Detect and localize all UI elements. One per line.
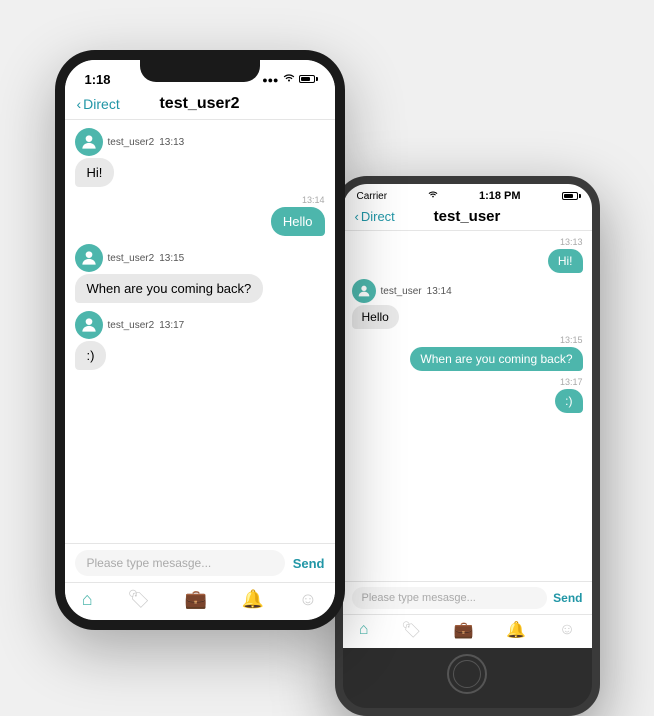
battery-icon [299,74,315,86]
msg-time-header: 13:13 [560,237,583,247]
large-screen: 1:18 ●●● ‹ Direct test_user2 [65,60,335,620]
tab-bell[interactable]: 🔔 [242,589,264,610]
msg-time-header: 13:15 [560,335,583,345]
carrier-label: Carrier [357,191,388,202]
nav-title-small: test_user [434,208,501,225]
msg-time-small: 13:14 [427,286,452,297]
msg-meta: test_user2 13:17 [75,311,185,339]
avatar [75,128,103,156]
avatar-small [352,279,376,303]
message-row: 13:17 :) [352,377,583,413]
msg-sender-small: test_user [381,286,422,297]
msg-time: 13:13 [159,137,184,148]
wifi-icon-small [428,190,438,202]
scene: 1:18 ●●● ‹ Direct test_user2 [0,0,654,716]
notch [140,60,260,82]
msg-meta: test_user2 13:13 [75,128,185,156]
large-phone: 1:18 ●●● ‹ Direct test_user2 [55,50,345,630]
avatar [75,311,103,339]
nav-title: test_user2 [159,95,239,113]
tab-tag-small[interactable]: 🏷 [401,620,421,640]
msg-bubble: :) [75,341,107,370]
message-row: 13:14 Hello [75,195,325,236]
status-time: 1:18 [85,72,111,87]
tab-face-small[interactable]: ☺ [559,621,575,639]
msg-sender: test_user2 [108,253,155,264]
chevron-left-icon: ‹ [77,96,82,112]
message-row: test_user 13:14 Hello [352,279,583,329]
msg-bubble: :) [555,389,582,413]
msg-bubble: Hi! [75,158,115,187]
msg-sender: test_user2 [108,320,155,331]
msg-bubble: When are you coming back? [75,274,264,303]
back-button-small[interactable]: ‹ Direct [355,209,395,224]
msg-meta: test_user 13:14 [352,279,452,303]
tab-bell-small[interactable]: 🔔 [506,620,526,640]
msg-time: 13:15 [159,253,184,264]
msg-sender: test_user2 [108,137,155,148]
back-label: Direct [83,96,120,112]
tab-bar-small: ⌂ 🏷 💼 🔔 ☺ [343,614,592,648]
small-screen: Carrier 1:18 PM ‹ Direct test_user [343,184,592,648]
msg-time-header: 13:14 [302,195,325,205]
message-row: test_user2 13:17 :) [75,311,325,370]
nav-bar: ‹ Direct test_user2 [65,91,335,120]
back-label-small: Direct [361,209,395,224]
tab-home-small[interactable]: ⌂ [359,621,369,639]
msg-bubble: When are you coming back? [410,347,582,371]
wifi-icon [283,73,295,86]
avatar [75,244,103,272]
message-input[interactable]: Please type mesasge... [75,550,285,576]
back-button[interactable]: ‹ Direct [77,96,120,112]
status-icons: ●●● [262,73,314,86]
chat-area-small: 13:13 Hi! test_user 13:14 Hello [343,231,592,581]
home-button[interactable] [447,654,487,694]
message-input-small[interactable]: Please type mesasge... [352,587,548,609]
message-row: 13:15 When are you coming back? [352,335,583,371]
home-button-inner [453,660,481,688]
tab-home[interactable]: ⌂ [82,589,93,610]
msg-meta: test_user2 13:15 [75,244,185,272]
tab-tag[interactable]: 🏷 [127,589,150,610]
status-time-small: 1:18 PM [479,190,521,202]
send-button[interactable]: Send [293,556,325,571]
msg-bubble: Hi! [548,249,583,273]
msg-bubble: Hello [352,305,399,329]
msg-time-header: 13:17 [560,377,583,387]
input-bar-small: Please type mesasge... Send [343,581,592,614]
tab-bag[interactable]: 💼 [185,589,207,610]
chat-area: test_user2 13:13 Hi! 13:14 Hello [65,120,335,543]
status-bar-small: Carrier 1:18 PM [343,184,592,205]
message-row: test_user2 13:13 Hi! [75,128,325,187]
tab-bar: ⌂ 🏷 💼 🔔 ☺ [65,582,335,620]
small-phone: Carrier 1:18 PM ‹ Direct test_user [335,176,600,716]
send-button-small[interactable]: Send [553,591,582,605]
chevron-left-icon-small: ‹ [355,209,359,224]
tab-bag-small[interactable]: 💼 [454,620,474,640]
signal-icon: ●●● [262,75,278,85]
message-row: test_user2 13:15 When are you coming bac… [75,244,325,303]
msg-bubble: Hello [271,207,325,236]
status-icons-small [562,192,578,200]
nav-bar-small: ‹ Direct test_user [343,205,592,231]
input-bar: Please type mesasge... Send [65,543,335,582]
message-row: 13:13 Hi! [352,237,583,273]
msg-time: 13:17 [159,320,184,331]
tab-face[interactable]: ☺ [299,589,317,610]
